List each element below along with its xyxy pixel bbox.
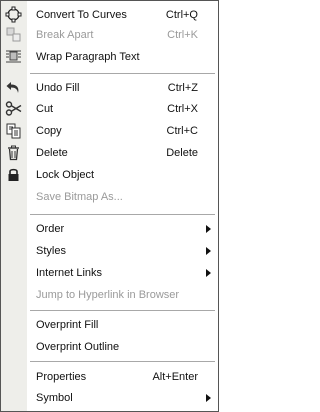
menu-item-label: Convert To Curves	[36, 9, 127, 21]
menu-item-symbol[interactable]: Symbol	[1, 388, 218, 408]
menu-item-label: Wrap Paragraph Text	[36, 51, 140, 63]
menu-separator	[30, 214, 215, 215]
menu-item-label: Lock Object	[36, 169, 95, 181]
menu-item-order[interactable]: Order	[1, 219, 218, 239]
menu-item-label: Internet Links	[36, 267, 103, 279]
menu-item-label: Properties	[36, 371, 87, 383]
menu-item-label: Cut	[36, 103, 54, 115]
menu-item-properties[interactable]: Properties Alt+Enter	[1, 367, 218, 387]
menu-item-internet-links[interactable]: Internet Links	[1, 263, 218, 283]
lock-icon	[5, 166, 22, 183]
wrap-paragraph-text-icon	[5, 48, 22, 65]
menu-item-label: Jump to Hyperlink in Browser	[36, 289, 180, 301]
menu-item-save-bitmap-as[interactable]: Save Bitmap As...	[1, 187, 218, 207]
menu-item-undo-fill[interactable]: Undo Fill Ctrl+Z	[1, 78, 218, 98]
menu-item-shortcut: Ctrl+C	[166, 125, 198, 137]
trash-icon	[5, 144, 22, 161]
submenu-arrow-icon	[206, 247, 211, 255]
menu-item-label: Symbol	[36, 392, 73, 404]
menu-separator	[30, 361, 215, 362]
menu-item-shortcut: Alt+Enter	[152, 371, 198, 383]
menu-item-shortcut: Ctrl+Z	[167, 82, 198, 94]
submenu-arrow-icon	[206, 394, 211, 402]
menu-separator	[30, 310, 215, 311]
menu-item-overprint-fill[interactable]: Overprint Fill	[1, 315, 218, 335]
menu-item-copy[interactable]: Copy Ctrl+C	[1, 121, 218, 141]
menu-item-lock-object[interactable]: Lock Object	[1, 165, 218, 185]
menu-item-cut[interactable]: Cut Ctrl+X	[1, 99, 218, 119]
menu-item-label: Overprint Outline	[36, 341, 120, 353]
menu-item-label: Delete	[36, 147, 68, 159]
menu-item-label: Copy	[36, 125, 62, 137]
menu-item-label: Undo Fill	[36, 82, 80, 94]
copy-icon	[5, 122, 22, 139]
menu-item-shortcut: Delete	[166, 147, 198, 159]
menu-item-shortcut: Ctrl+K	[167, 29, 198, 41]
menu-item-label: Order	[36, 223, 65, 235]
break-apart-icon	[5, 26, 22, 43]
menu-item-break-apart[interactable]: Break Apart Ctrl+K	[1, 25, 218, 45]
menu-item-label: Break Apart	[36, 29, 94, 41]
menu-item-wrap-paragraph-text[interactable]: Wrap Paragraph Text	[1, 47, 218, 67]
context-menu: Convert To Curves Ctrl+Q Break Apart Ctr…	[0, 0, 219, 412]
menu-item-label: Styles	[36, 245, 66, 257]
menu-item-jump-to-hyperlink[interactable]: Jump to Hyperlink in Browser	[1, 285, 218, 305]
submenu-arrow-icon	[206, 225, 211, 233]
menu-item-convert-to-curves[interactable]: Convert To Curves Ctrl+Q	[1, 5, 218, 25]
menu-item-shortcut: Ctrl+X	[167, 103, 198, 115]
scissors-icon	[5, 100, 22, 117]
menu-item-delete[interactable]: Delete Delete	[1, 143, 218, 163]
submenu-arrow-icon	[206, 269, 211, 277]
menu-separator	[30, 73, 215, 74]
menu-item-styles[interactable]: Styles	[1, 241, 218, 261]
menu-item-label: Overprint Fill	[36, 319, 99, 331]
menu-item-shortcut: Ctrl+Q	[165, 9, 198, 21]
undo-icon	[5, 79, 22, 96]
convert-to-curves-icon	[5, 6, 22, 23]
menu-item-label: Save Bitmap As...	[36, 191, 123, 203]
menu-item-overprint-outline[interactable]: Overprint Outline	[1, 337, 218, 357]
